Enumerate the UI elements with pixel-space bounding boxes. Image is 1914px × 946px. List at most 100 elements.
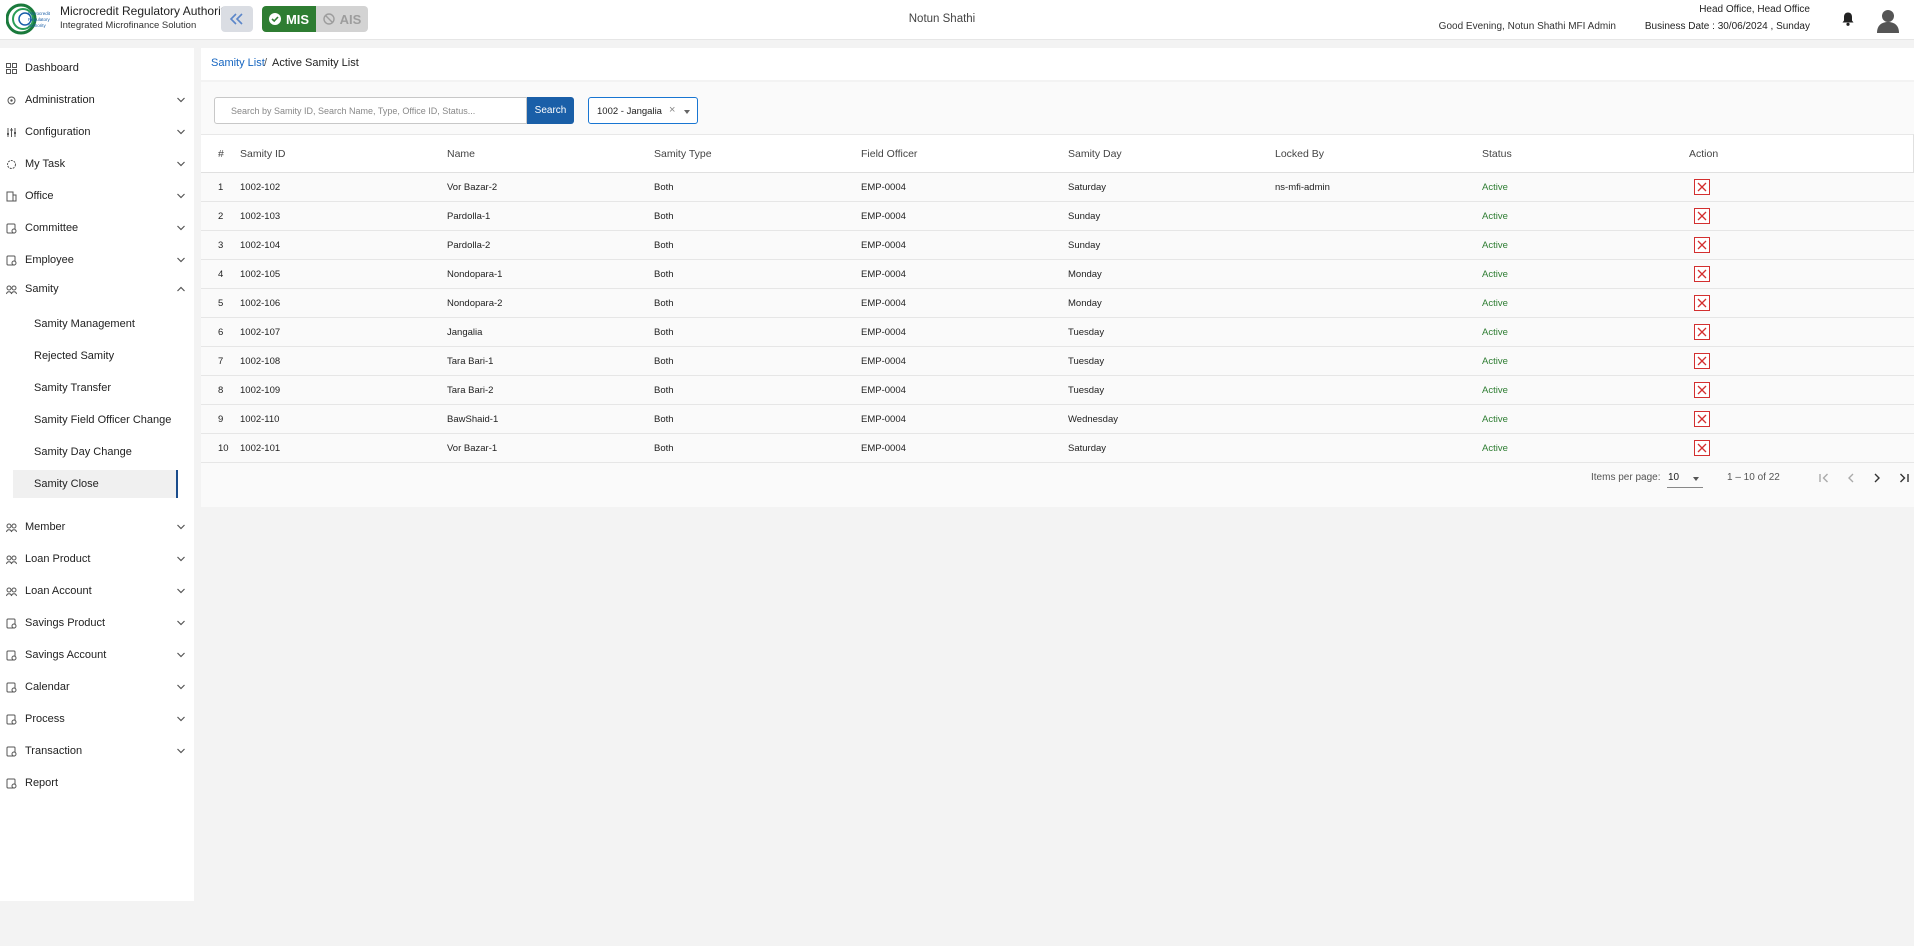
close-samity-button[interactable] xyxy=(1694,179,1710,195)
sidebar-subitem-samity-transfer[interactable]: Samity Transfer xyxy=(13,374,178,402)
chevron-down-icon xyxy=(177,193,185,199)
cell-samity-id: 1002-109 xyxy=(240,385,281,396)
sidebar-item-label: Administration xyxy=(25,94,95,106)
table-row[interactable]: 2 1002-103 Pardolla-1 Both EMP-0004 Sunday Act… xyxy=(201,202,1914,231)
search-input[interactable] xyxy=(215,98,526,123)
sidebar-item-my-task[interactable]: My Task xyxy=(0,151,194,177)
page-size-select[interactable]: 10 xyxy=(1667,468,1703,488)
close-icon xyxy=(1697,443,1707,453)
chevron-down-icon xyxy=(177,588,185,594)
sidebar-item-transaction[interactable]: Transaction xyxy=(0,738,194,764)
task-icon xyxy=(7,160,16,169)
last-page-button[interactable] xyxy=(1894,468,1914,488)
sidebar-item-label: Process xyxy=(25,713,65,725)
sidebar-collapse-button[interactable] xyxy=(221,6,253,32)
brand-title: Microcredit Regulatory Authority xyxy=(60,4,231,18)
greeting-text: Good Evening, Notun Shathi MFI Admin xyxy=(1438,21,1616,32)
organization-name: Notun Shathi xyxy=(908,13,976,25)
config-icon xyxy=(7,128,16,137)
next-page-button[interactable] xyxy=(1867,468,1887,488)
breadcrumb-samity-list-link[interactable]: Samity List xyxy=(211,57,265,69)
sidebar-subitem-label: Samity Close xyxy=(34,478,99,490)
column-header-samity-id[interactable]: Samity ID xyxy=(240,148,286,160)
sidebar-subitem-samity-day-change[interactable]: Samity Day Change xyxy=(13,438,178,466)
chevron-left-icon xyxy=(1848,473,1854,483)
cell-samity-id: 1002-107 xyxy=(240,327,281,338)
previous-page-button[interactable] xyxy=(1841,468,1861,488)
sidebar-item-member[interactable]: Member xyxy=(0,514,194,540)
office-select[interactable]: 1002 - Jangalia × xyxy=(588,97,698,124)
ais-toggle-button[interactable]: AIS xyxy=(316,6,368,32)
close-samity-button[interactable] xyxy=(1694,324,1710,340)
sidebar-item-administration[interactable]: Administration xyxy=(0,87,194,113)
close-samity-button[interactable] xyxy=(1694,266,1710,282)
paginator: Items per page: 10 1 – 10 of 22 xyxy=(201,454,1914,502)
sidebar-item-loan-product[interactable]: Loan Product xyxy=(0,546,194,572)
sidebar-item-samity[interactable]: Samity xyxy=(0,276,194,302)
chevron-down-icon xyxy=(177,97,185,103)
sidebar-item-configuration[interactable]: Configuration xyxy=(0,119,194,145)
sidebar-item-process[interactable]: Process xyxy=(0,706,194,732)
close-samity-button[interactable] xyxy=(1694,208,1710,224)
cell-field-officer: EMP-0004 xyxy=(861,443,906,454)
sidebar-item-employee[interactable]: Employee xyxy=(0,247,194,273)
table-row[interactable]: 3 1002-104 Pardolla-2 Both EMP-0004 Sunday Act… xyxy=(201,231,1914,260)
clear-selection-icon[interactable]: × xyxy=(669,104,675,116)
sidebar-subitem-samity-close[interactable]: Samity Close xyxy=(13,470,178,498)
sidebar-item-label: Calendar xyxy=(25,681,70,693)
column-header-samity-day[interactable]: Samity Day xyxy=(1068,148,1122,160)
cell-status: Active xyxy=(1482,240,1508,251)
close-samity-button[interactable] xyxy=(1694,411,1710,427)
close-icon xyxy=(1697,298,1707,308)
cell-number: 1 xyxy=(218,182,224,193)
close-samity-button[interactable] xyxy=(1694,237,1710,253)
search-button[interactable]: Search xyxy=(527,97,574,124)
column-header-name[interactable]: Name xyxy=(447,148,475,160)
sidebar-subitem-samity-management[interactable]: Samity Management xyxy=(13,310,178,338)
cell-samity-day: Tuesday xyxy=(1068,327,1105,338)
table-row[interactable]: 4 1002-105 Nondopara-1 Both EMP-0004 Monday Ac… xyxy=(201,260,1914,289)
column-header-field-officer[interactable]: Field Officer xyxy=(861,148,917,160)
sidebar-item-office[interactable]: Office xyxy=(0,183,194,209)
sidebar-item-savings-product[interactable]: Savings Product xyxy=(0,610,194,636)
cell-status: Active xyxy=(1482,327,1508,338)
table-row[interactable]: 6 1002-107 Jangalia Both EMP-0004 Tuesday Acti… xyxy=(201,318,1914,347)
first-page-button[interactable] xyxy=(1814,468,1834,488)
close-icon xyxy=(1697,327,1707,337)
cell-number: 3 xyxy=(218,240,224,251)
samity-list-panel: Search 1002 - Jangalia × # Samity ID Nam… xyxy=(201,82,1914,507)
dropdown-arrow-icon[interactable] xyxy=(684,110,690,114)
notification-bell-icon[interactable] xyxy=(1840,11,1856,27)
chevron-down-icon xyxy=(177,129,185,135)
close-samity-button[interactable] xyxy=(1694,353,1710,369)
sidebar-item-calendar[interactable]: Calendar xyxy=(0,674,194,700)
close-samity-button[interactable] xyxy=(1694,295,1710,311)
breadcrumb-separator: / xyxy=(264,57,268,69)
close-samity-button[interactable] xyxy=(1694,382,1710,398)
sidebar-item-savings-account[interactable]: Savings Account xyxy=(0,642,194,668)
sidebar-subitem-samity-field-officer-change[interactable]: Samity Field Officer Change xyxy=(13,406,178,434)
column-header-locked-by[interactable]: Locked By xyxy=(1275,148,1324,160)
chevron-down-icon xyxy=(177,257,185,263)
sidebar-item-dashboard[interactable]: Dashboard xyxy=(0,55,194,81)
column-header-samity-type[interactable]: Samity Type xyxy=(654,148,712,160)
table-row[interactable]: 8 1002-109 Tara Bari-2 Both EMP-0004 Tuesday A… xyxy=(201,376,1914,405)
sidebar-subitem-rejected-samity[interactable]: Rejected Samity xyxy=(13,342,178,370)
table-row[interactable]: 5 1002-106 Nondopara-2 Both EMP-0004 Monday Ac… xyxy=(201,289,1914,318)
sidebar-item-label: My Task xyxy=(25,158,66,170)
cell-samity-day: Sunday xyxy=(1068,240,1101,251)
disabled-circle-icon xyxy=(322,13,335,25)
table-row[interactable]: 9 1002-110 BawShaid-1 Both EMP-0004 Wednesday… xyxy=(201,405,1914,434)
sidebar-item-committee[interactable]: Committee xyxy=(0,215,194,241)
cell-field-officer: EMP-0004 xyxy=(861,240,906,251)
chevron-down-icon xyxy=(177,748,185,754)
sidebar-item-report[interactable]: Report xyxy=(0,770,194,796)
mis-toggle-button[interactable]: MIS xyxy=(262,6,316,32)
process-icon xyxy=(6,714,17,725)
table-row[interactable]: 1 1002-102 Vor Bazar-2 Both EMP-0004 Saturday… xyxy=(201,173,1914,202)
sidebar-item-loan-account[interactable]: Loan Account xyxy=(0,578,194,604)
column-header-status[interactable]: Status xyxy=(1482,148,1512,160)
user-avatar-icon[interactable] xyxy=(1875,7,1901,33)
loan-account-icon xyxy=(6,587,17,597)
table-row[interactable]: 7 1002-108 Tara Bari-1 Both EMP-0004 Tuesday A… xyxy=(201,347,1914,376)
